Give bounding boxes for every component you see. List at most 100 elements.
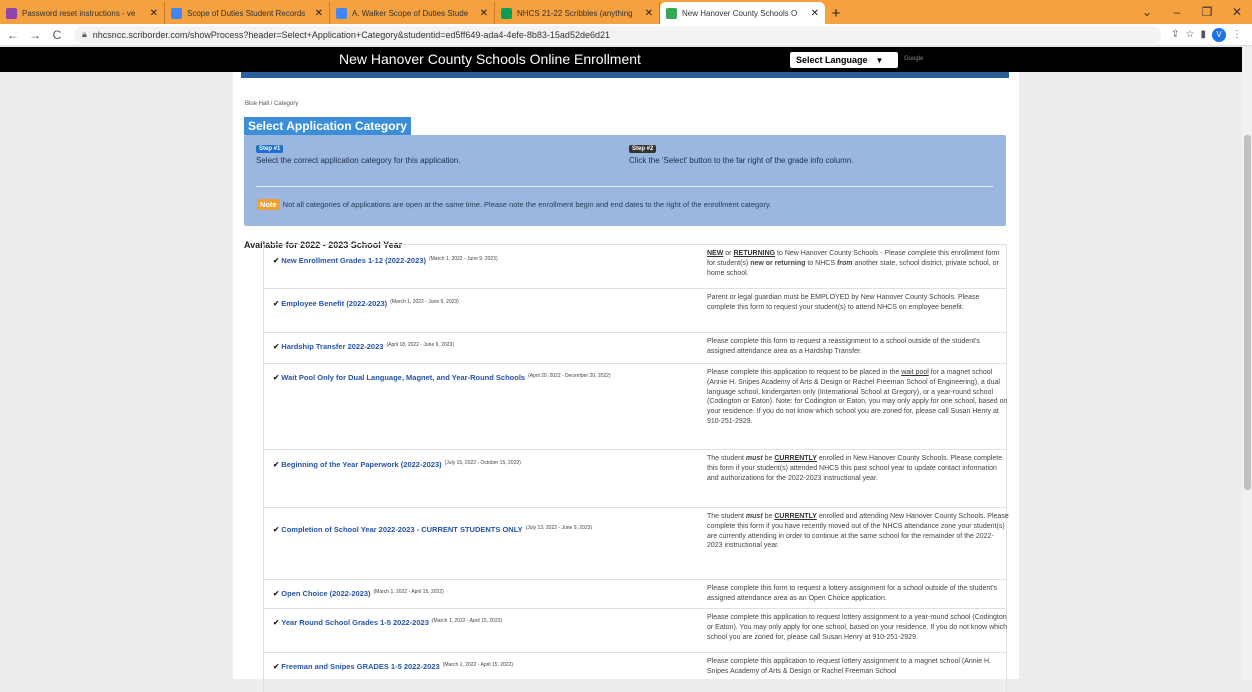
category-name: Year Round School Grades 1-5 2022-2023 (281, 618, 429, 627)
reload-icon[interactable]: C (48, 28, 66, 42)
category-description: Please complete this application to requ… (707, 614, 1008, 641)
minimize-button[interactable]: – (1162, 5, 1192, 19)
category-dates: (March 1, 2022 - June 9, 2023) (428, 256, 498, 262)
back-icon[interactable]: ← (4, 28, 22, 42)
bookmark-star-icon[interactable]: ☆ (1186, 29, 1195, 40)
category-description: NEW or RETURNING to New Hanover County S… (707, 250, 1000, 277)
maximize-button[interactable]: ❐ (1192, 5, 1222, 19)
tab-title: New Hanover County Schools O (682, 8, 798, 18)
language-select-label: Select Language (796, 55, 868, 65)
profile-avatar[interactable]: V (1212, 27, 1226, 42)
category-name: New Enrollment Grades 1-12 (2022-2023) (281, 256, 426, 265)
url-text: nhcsncc.scriborder.com/showProcess?heade… (92, 29, 610, 40)
menu-kebab-icon[interactable]: ⋮ (1232, 29, 1242, 40)
close-window-button[interactable]: ✕ (1222, 5, 1252, 19)
close-tab-icon[interactable]: ✕ (645, 8, 653, 19)
category-description: The student must be CURRENTLY enrolled a… (707, 513, 1009, 550)
breadcrumb: Blue Hall / Category (245, 101, 299, 107)
browser-tab[interactable]: New Hanover County Schools O ✕ (660, 2, 825, 24)
note-badge: Note (257, 199, 280, 210)
browser-tab[interactable]: A. Walker Scope of Duties Stude ✕ (330, 2, 495, 24)
category-link[interactable]: ✔ Completion of School Year 2022-2023 - C… (273, 525, 592, 534)
category-description: The student must be CURRENTLY enrolled i… (707, 455, 1003, 482)
address-bar: ← → C 🔒︎ nhcsncc.scriborder.com/showProc… (0, 24, 1252, 46)
category-description: Please complete this application to requ… (707, 369, 1008, 425)
chevron-down-icon: ▼ (875, 55, 884, 65)
language-select[interactable]: Select Language ▼ (790, 52, 898, 68)
category-name: Freeman and Snipes GRADES 1-5 2022-2023 (281, 662, 440, 671)
category-row: ✔ Year Round School Grades 1-5 2022-2023(… (263, 608, 1007, 652)
checkmark-icon: ✔ (273, 373, 280, 382)
category-name: Open Choice (2022-2023) (281, 589, 371, 598)
note-text: Not all categories of applications are o… (282, 200, 772, 209)
category-link[interactable]: ✔ Hardship Transfer 2022-2023 (April 18, 2… (273, 342, 454, 351)
category-link[interactable]: ✔ New Enrollment Grades 1-12 (2022-2023)(… (273, 256, 498, 265)
category-link[interactable]: ✔ Beginning of the Year Paperwork (2022-2… (273, 460, 521, 469)
scrollbar-thumb[interactable] (1244, 135, 1251, 490)
share-icon[interactable]: ⇪ (1171, 29, 1179, 40)
step2-text: Click the 'Select' button to the far rig… (629, 156, 854, 165)
new-tab-button[interactable]: + (825, 2, 847, 24)
google-translate-label: Google (904, 56, 924, 62)
browser-tab[interactable]: Password reset instructions - ve ✕ (0, 2, 165, 24)
tab-favicon-icon (6, 7, 17, 19)
browser-tab[interactable]: NHCS 21-22 Scribbles (anything ✕ (495, 2, 660, 24)
close-tab-icon[interactable]: ✕ (315, 8, 323, 19)
checkmark-icon: ✔ (273, 256, 280, 265)
category-row: ✔ Open Choice (2022-2023) (March 1, 2022 -… (263, 579, 1007, 608)
tab-favicon-icon (336, 7, 347, 19)
browser-tab[interactable]: Scope of Duties Student Records ✕ (165, 2, 330, 24)
category-name: Wait Pool Only for Dual Language, Magnet… (281, 373, 526, 382)
lock-icon[interactable]: 🔒︎ (82, 29, 87, 40)
category-description: Please complete this form to request a l… (707, 585, 998, 602)
category-dates: (March 1, 2022 - June 9, 2023) (390, 299, 459, 305)
close-tab-icon[interactable]: ✕ (150, 8, 158, 19)
category-link[interactable]: ✔ Year Round School Grades 1-5 2022-2023(… (273, 618, 502, 627)
category-description: Please complete this form to request a r… (707, 338, 980, 355)
category-link[interactable]: ✔ Wait Pool Only for Dual Language, Magne… (273, 373, 611, 382)
category-dates: (April 18, 2022 - June 9, 2023) (386, 342, 454, 348)
side-panel-icon[interactable]: ▮ (1200, 29, 1206, 40)
url-field[interactable]: 🔒︎ nhcsncc.scriborder.com/showProcess?he… (74, 25, 1162, 44)
tab-search-icon[interactable]: ⌄ (1132, 5, 1162, 19)
tab-favicon-icon (501, 7, 512, 19)
checkmark-icon: ✔ (273, 589, 280, 598)
category-row: ✔ Freeman and Snipes GRADES 1-5 2022-2023… (263, 652, 1007, 692)
tab-favicon-icon (666, 7, 677, 19)
category-row: ✔ Hardship Transfer 2022-2023 (April 18, 2… (263, 332, 1007, 363)
instructions-panel: Step #1 Select the correct application c… (244, 135, 1006, 226)
category-row: ✔ New Enrollment Grades 1-12 (2022-2023)(… (263, 244, 1007, 288)
category-row: ✔ Wait Pool Only for Dual Language, Magne… (263, 363, 1007, 449)
note-line: Note Not all categories of applications a… (257, 199, 772, 210)
close-tab-icon[interactable]: ✕ (811, 8, 819, 19)
page-title: Select Application Category (244, 117, 411, 135)
category-link[interactable]: ✔ Open Choice (2022-2023) (March 1, 2022 -… (273, 589, 444, 598)
category-name: Employee Benefit (2022-2023) (281, 299, 388, 308)
category-name: Completion of School Year 2022-2023 - CU… (281, 525, 523, 534)
step1-badge: Step #1 (256, 145, 284, 153)
checkmark-icon: ✔ (273, 525, 280, 534)
tab-favicon-icon (171, 7, 182, 19)
category-dates: (March 1, 2022 - April 15, 2022) (373, 589, 444, 595)
checkmark-icon: ✔ (273, 460, 280, 469)
step1-text: Select the correct application category … (256, 156, 461, 165)
checkmark-icon: ✔ (273, 662, 280, 671)
category-dates: (April 20, 2022 - December 20, 2022) (528, 373, 611, 379)
category-link[interactable]: ✔ Freeman and Snipes GRADES 1-5 2022-2023… (273, 662, 513, 671)
category-name: Hardship Transfer 2022-2023 (281, 342, 384, 351)
forward-icon[interactable]: → (26, 28, 44, 42)
header-accent-bar (241, 72, 1009, 78)
category-link[interactable]: ✔ Employee Benefit (2022-2023) (March 1, 2… (273, 299, 459, 308)
divider (256, 186, 993, 187)
tab-title: Password reset instructions - ve (22, 8, 136, 18)
category-description: Please complete this application to requ… (707, 658, 992, 675)
category-description: Parent or legal guardian must be EMPLOYE… (707, 294, 980, 311)
category-row: ✔ Employee Benefit (2022-2023) (March 1, 2… (263, 288, 1007, 332)
close-tab-icon[interactable]: ✕ (480, 8, 488, 19)
category-dates: (July 13, 2022 - June 9, 2023) (525, 525, 593, 531)
category-row: ✔ Beginning of the Year Paperwork (2022-2… (263, 449, 1007, 507)
category-row: ✔ Completion of School Year 2022-2023 - C… (263, 507, 1009, 579)
category-dates: (July 15, 2022 - October 15, 2022) (444, 460, 521, 466)
site-header: New Hanover County Schools Online Enroll… (0, 47, 1242, 72)
browser-tab-strip: Password reset instructions - ve ✕ Scope o… (0, 0, 1252, 24)
